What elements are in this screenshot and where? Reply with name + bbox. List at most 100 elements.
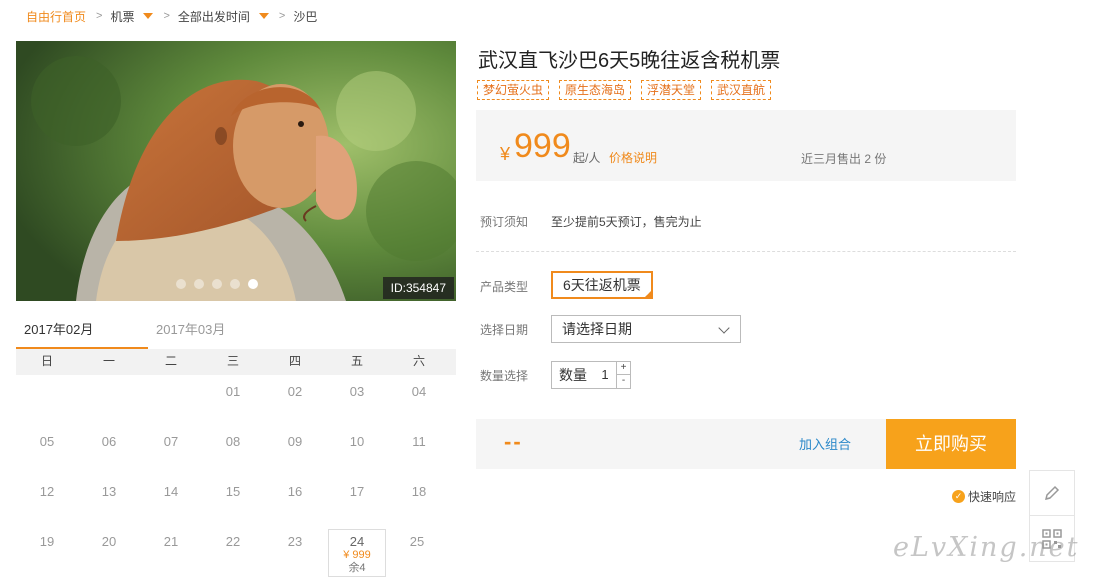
calendar-day: 11 xyxy=(412,434,426,449)
breadcrumb: 自由行首页 > 机票 > 全部出发时间 > 沙巴 xyxy=(26,7,317,25)
calendar-day: 22 xyxy=(225,534,241,549)
calendar-day: 18 xyxy=(411,484,427,499)
calendar-day: 07 xyxy=(163,434,179,449)
price-amount: 999 xyxy=(514,127,571,165)
calendar-day: 02 xyxy=(287,384,303,399)
calendar-day: 06 xyxy=(101,434,117,449)
feedback-button[interactable] xyxy=(1029,470,1075,516)
buy-now-button[interactable]: 立即购买 xyxy=(886,419,1016,469)
calendar-day xyxy=(16,375,78,425)
calendar-day: 14 xyxy=(163,484,179,499)
calendar-day: 13 xyxy=(101,484,117,499)
quantity-step-buttons: + - xyxy=(616,362,630,388)
product-type-option-selected[interactable]: 6天往返机票 xyxy=(551,271,653,299)
product-id-badge: ID:354847 xyxy=(382,277,454,299)
carousel-dot-active[interactable] xyxy=(248,279,258,289)
calendar-day: 17 xyxy=(349,484,365,499)
date-select-label: 选择日期 xyxy=(480,323,529,337)
chevron-down-icon xyxy=(718,322,730,334)
quantity-inner-label: 数量 xyxy=(559,367,587,383)
site-watermark: eLvXing.net xyxy=(893,532,1080,563)
tab-month-feb[interactable]: 2017年02月 xyxy=(16,318,148,350)
breadcrumb-flights-label: 机票 xyxy=(110,9,135,24)
quantity-stepper: 数量 1 + - xyxy=(551,361,631,389)
calendar-day: 04 xyxy=(411,384,427,399)
available-day-number: 24 xyxy=(349,534,365,549)
sales-count: 近三月售出 2 份 xyxy=(801,152,887,166)
add-to-combo-link[interactable]: 加入组合 xyxy=(799,434,851,453)
available-day-remaining: 余4 xyxy=(348,562,366,574)
calendar-day: 01 xyxy=(225,384,241,399)
chevron-right-icon: > xyxy=(96,10,103,22)
weekday-label: 日 xyxy=(40,354,53,368)
available-day-price: ¥ 999 xyxy=(343,549,371,561)
calendar-day: 03 xyxy=(349,384,365,399)
carousel-dot[interactable] xyxy=(230,279,240,289)
check-corner-icon xyxy=(642,289,653,299)
calendar-week: 19 20 21 22 23 24 ¥ 999 余4 25 xyxy=(16,525,456,577)
calendar-day: 12 xyxy=(39,484,55,499)
calendar-day: 05 xyxy=(39,434,55,449)
weekday-label: 四 xyxy=(288,354,301,368)
proboscis-monkey-photo xyxy=(16,41,456,301)
calendar-day-available[interactable]: 24 ¥ 999 余4 xyxy=(328,529,386,577)
caret-down-icon xyxy=(258,13,269,19)
check-circle-icon: ✓ xyxy=(952,490,965,503)
calendar-day: 08 xyxy=(225,434,241,449)
weekday-label: 一 xyxy=(102,354,115,368)
calendar-day: 15 xyxy=(225,484,241,499)
caret-down-icon xyxy=(143,13,154,19)
purchase-bar: -- 加入组合 立即购买 xyxy=(476,419,1016,469)
calendar-day: 21 xyxy=(163,534,179,549)
calendar-month-tabs: 2017年02月 2017年03月 xyxy=(16,318,456,350)
product-tags: 梦幻萤火虫 原生态海岛 浮潜天堂 武汉直航 xyxy=(477,80,772,100)
calendar-day: 09 xyxy=(287,434,303,449)
quantity-increase-button[interactable]: + xyxy=(617,362,630,375)
breadcrumb-flights-dropdown[interactable]: 机票 xyxy=(110,8,154,25)
carousel-dot[interactable] xyxy=(176,279,186,289)
date-select-dropdown[interactable]: 请选择日期 xyxy=(551,315,741,343)
product-title: 武汉直飞沙巴6天5晚往返含税机票 xyxy=(478,50,781,72)
chevron-right-icon: > xyxy=(278,10,286,22)
calendar-week: 12 13 14 15 16 17 18 xyxy=(16,475,456,525)
quantity-label: 数量选择 xyxy=(480,369,529,383)
calendar-grid: 01 02 03 04 05 06 07 08 09 10 11 12 13 1… xyxy=(16,375,456,577)
price-unit: 起/人 xyxy=(573,151,601,165)
price-explanation-link[interactable]: 价格说明 xyxy=(609,149,657,166)
currency-symbol: ¥ xyxy=(500,144,511,164)
calendar-week: 05 06 07 08 09 10 11 xyxy=(16,425,456,475)
product-image-carousel[interactable]: ID:354847 xyxy=(16,41,456,301)
calendar-day: 19 xyxy=(39,534,55,549)
quantity-input[interactable]: 1 xyxy=(594,362,616,388)
weekday-label: 六 xyxy=(412,354,425,368)
breadcrumb-departure-time-dropdown[interactable]: 全部出发时间 xyxy=(178,8,269,25)
divider xyxy=(476,251,1016,252)
quick-response-badge: ✓ 快速响应 xyxy=(952,488,1016,505)
total-price: -- xyxy=(504,429,523,454)
calendar-weekday-header: 日 一 二 三 四 五 六 xyxy=(16,349,456,375)
product-type-label: 产品类型 xyxy=(480,280,529,294)
calendar-week: 01 02 03 04 xyxy=(16,375,456,425)
carousel-dot[interactable] xyxy=(212,279,222,289)
tab-month-mar[interactable]: 2017年03月 xyxy=(148,318,280,350)
quick-response-label: 快速响应 xyxy=(968,490,1017,504)
product-tag: 武汉直航 xyxy=(711,80,772,100)
carousel-dots xyxy=(176,279,258,289)
weekday-label: 三 xyxy=(226,354,239,368)
quantity-decrease-button[interactable]: - xyxy=(617,375,630,388)
calendar-day: 16 xyxy=(287,484,303,499)
chevron-right-icon: > xyxy=(163,10,170,22)
booking-notice-label: 预订须知 xyxy=(480,215,529,229)
calendar-day: 10 xyxy=(349,434,365,449)
price-panel: ¥ 999 起/人 价格说明 近三月售出 2 份 xyxy=(476,110,1016,181)
product-tag: 浮潜天堂 xyxy=(641,80,702,100)
date-select-placeholder: 请选择日期 xyxy=(562,321,632,337)
carousel-dot[interactable] xyxy=(194,279,204,289)
calendar-day: 20 xyxy=(101,534,117,549)
pencil-icon xyxy=(1044,485,1060,501)
calendar-day xyxy=(140,375,202,425)
booking-notice-text: 至少提前5天预订，售完为止 xyxy=(551,215,702,229)
calendar-day: 25 xyxy=(409,534,425,549)
breadcrumb-home-link[interactable]: 自由行首页 xyxy=(26,8,86,25)
weekday-label: 二 xyxy=(164,354,177,368)
